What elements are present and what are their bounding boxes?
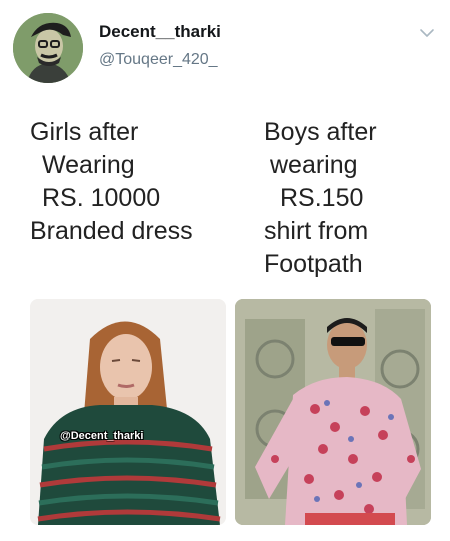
caption-line: Girls after — [30, 118, 139, 146]
caption-line: wearing — [270, 151, 358, 179]
caption-line: Wearing — [42, 151, 135, 179]
author-display-name[interactable]: Decent__tharki — [99, 22, 221, 42]
photo-man[interactable] — [235, 299, 431, 525]
caption-line: Boys after — [264, 118, 377, 146]
caption-line: Footpath — [264, 250, 363, 278]
man-in-floral-shirt-image — [235, 299, 431, 525]
caption-line: shirt from — [264, 217, 369, 245]
watermark: @Decent_tharki — [60, 430, 144, 442]
caption-line: RS.150 — [280, 184, 364, 212]
caption-left: Girls after Wearing RS. 10000 Branded dr… — [30, 116, 230, 248]
avatar[interactable] — [13, 13, 83, 83]
photo-girl[interactable] — [30, 299, 226, 525]
girl-in-striped-sweater-image — [30, 299, 226, 525]
caption-line: RS. 10000 — [42, 184, 161, 212]
caption-line: Branded dress — [30, 217, 193, 245]
caption-right: Boys after wearing RS.150 shirt from Foo… — [264, 116, 434, 281]
author-handle[interactable]: @Touqeer_420_ — [99, 51, 218, 69]
cartoon-avatar-icon — [13, 13, 83, 83]
chevron-down-icon[interactable] — [418, 24, 436, 42]
tweet-card: Decent__tharki @Touqeer_420_ Girls after… — [0, 0, 450, 541]
